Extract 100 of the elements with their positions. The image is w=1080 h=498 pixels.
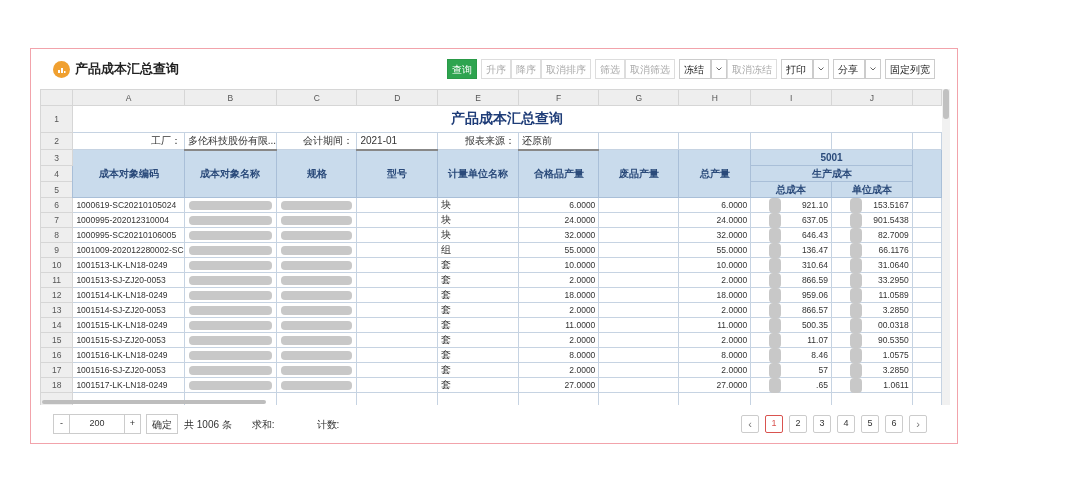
confirm-button[interactable]: 确定 <box>146 414 178 434</box>
table-cell: 1001513-SJ-ZJ20-0053 <box>72 272 185 288</box>
page-size-value[interactable]: 200 <box>70 417 124 431</box>
table-cell: 套 <box>437 317 519 333</box>
column-header[interactable]: E <box>437 89 519 106</box>
redaction-mark <box>849 378 862 393</box>
page-title: 产品成本汇总查询 <box>75 60 179 78</box>
caret-icon <box>818 67 824 71</box>
page-button[interactable]: 3 <box>813 415 831 433</box>
horizontal-scrollbar[interactable] <box>42 400 266 404</box>
table-cell: 11.0000 <box>678 317 751 333</box>
column-header[interactable]: D <box>356 89 438 106</box>
table-cell: 块 <box>437 227 519 243</box>
column-header[interactable]: G <box>598 89 679 106</box>
table-cell: 57 <box>818 365 828 375</box>
table-cell: 18.0000 <box>678 287 751 303</box>
table-cell: 8.0000 <box>678 347 751 363</box>
column-header[interactable]: I <box>750 89 832 106</box>
table-cell: 90.5350 <box>878 335 909 345</box>
column-header[interactable]: F <box>518 89 599 106</box>
vertical-scrollbar[interactable] <box>943 89 949 119</box>
table-cell: 6.0000 <box>518 197 599 213</box>
table-cell: 866.59 <box>801 275 828 285</box>
column-heading: 型号 <box>356 149 438 198</box>
redaction-mark <box>769 363 782 378</box>
table-cell: 153.5167 <box>873 200 909 210</box>
table-cell: 2.0000 <box>518 332 599 348</box>
column-heading: 规格 <box>276 149 357 198</box>
redaction-mark <box>281 201 353 210</box>
redaction-mark <box>281 231 353 240</box>
table-cell: 55.0000 <box>518 242 599 258</box>
table-cell: 2.0000 <box>678 272 751 288</box>
table-cell: 3.2850 <box>882 365 909 375</box>
column-header[interactable]: C <box>276 89 357 106</box>
filter-value[interactable]: 多伦科技股份有限... <box>184 132 277 150</box>
dropdown-button[interactable] <box>865 59 881 79</box>
redaction-mark <box>769 348 782 363</box>
sum-label: 求和: <box>251 417 275 432</box>
column-header[interactable]: B <box>184 89 277 106</box>
column-heading: 总产量 <box>678 149 751 198</box>
decrement-button[interactable]: - <box>54 415 70 433</box>
redaction-mark <box>281 246 353 255</box>
table-cell: 00.0318 <box>878 320 909 330</box>
table-cell: 1001514-SJ-ZJ20-0053 <box>72 302 185 318</box>
page-button[interactable]: 6 <box>885 415 903 433</box>
column-header[interactable]: J <box>831 89 913 106</box>
table-cell: 2.0000 <box>518 362 599 378</box>
table-cell: 33.2950 <box>878 275 909 285</box>
table-cell: 2.0000 <box>518 272 599 288</box>
toolbar-button[interactable]: 分享 <box>833 59 865 79</box>
total-count: 共 1006 条 <box>184 417 232 432</box>
table-cell: 82.7009 <box>878 230 909 240</box>
table-cell: 块 <box>437 212 519 228</box>
redaction-mark <box>849 258 862 273</box>
table-cell: 2.0000 <box>678 362 751 378</box>
table-cell: 32.0000 <box>678 227 751 243</box>
sheet-title: 产品成本汇总查询 <box>451 110 564 126</box>
page-size-stepper[interactable]: - 200 + <box>53 414 141 434</box>
page-button[interactable]: 5 <box>861 415 879 433</box>
table-cell: 2.0000 <box>678 302 751 318</box>
dropdown-button[interactable] <box>813 59 829 79</box>
toolbar-button[interactable]: 固定列宽 <box>885 59 935 79</box>
table-cell: 1001515-SJ-ZJ20-0053 <box>72 332 185 348</box>
table-cell: 套 <box>437 347 519 363</box>
redaction-mark <box>849 318 862 333</box>
increment-button[interactable]: + <box>124 415 140 433</box>
table-cell: 2.0000 <box>518 302 599 318</box>
redaction-mark <box>769 378 782 393</box>
column-header[interactable]: H <box>678 89 751 106</box>
redaction-mark <box>849 243 862 258</box>
table-cell: 901.5438 <box>873 215 909 225</box>
table-cell: 套 <box>437 257 519 273</box>
column-header[interactable]: A <box>72 89 185 106</box>
toolbar-button[interactable]: 打印 <box>781 59 813 79</box>
column-heading: 成本对象名称 <box>184 149 277 198</box>
caret-icon <box>716 67 722 71</box>
toolbar-button[interactable]: 冻结 <box>679 59 711 79</box>
filter-value[interactable]: 2021-01 <box>356 132 438 150</box>
table-cell: 1001517-LK-LN18-0249 <box>72 377 185 393</box>
page-button[interactable]: 1 <box>765 415 783 433</box>
table-cell: 11.0589 <box>878 290 909 300</box>
table-cell: 55.0000 <box>678 242 751 258</box>
table-cell: 11.07 <box>807 335 828 345</box>
redaction-mark <box>769 318 782 333</box>
table-cell: 1.0575 <box>882 350 909 360</box>
next-page-button[interactable]: › <box>909 415 927 433</box>
table-cell: 10.0000 <box>518 257 599 273</box>
page-button[interactable]: 2 <box>789 415 807 433</box>
redaction-mark <box>849 228 862 243</box>
table-cell: 1001516-SJ-ZJ20-0053 <box>72 362 185 378</box>
redaction-mark <box>281 216 353 225</box>
filter-value[interactable]: 还原前 <box>518 132 599 150</box>
redaction-mark <box>281 306 353 315</box>
previous-page-button[interactable]: ‹ <box>741 415 759 433</box>
redaction-mark <box>769 258 782 273</box>
column-heading: 废品产量 <box>598 149 679 198</box>
dropdown-button[interactable] <box>711 59 727 79</box>
table-cell: 136.47 <box>801 245 828 255</box>
table-cell: 套 <box>437 272 519 288</box>
page-button[interactable]: 4 <box>837 415 855 433</box>
